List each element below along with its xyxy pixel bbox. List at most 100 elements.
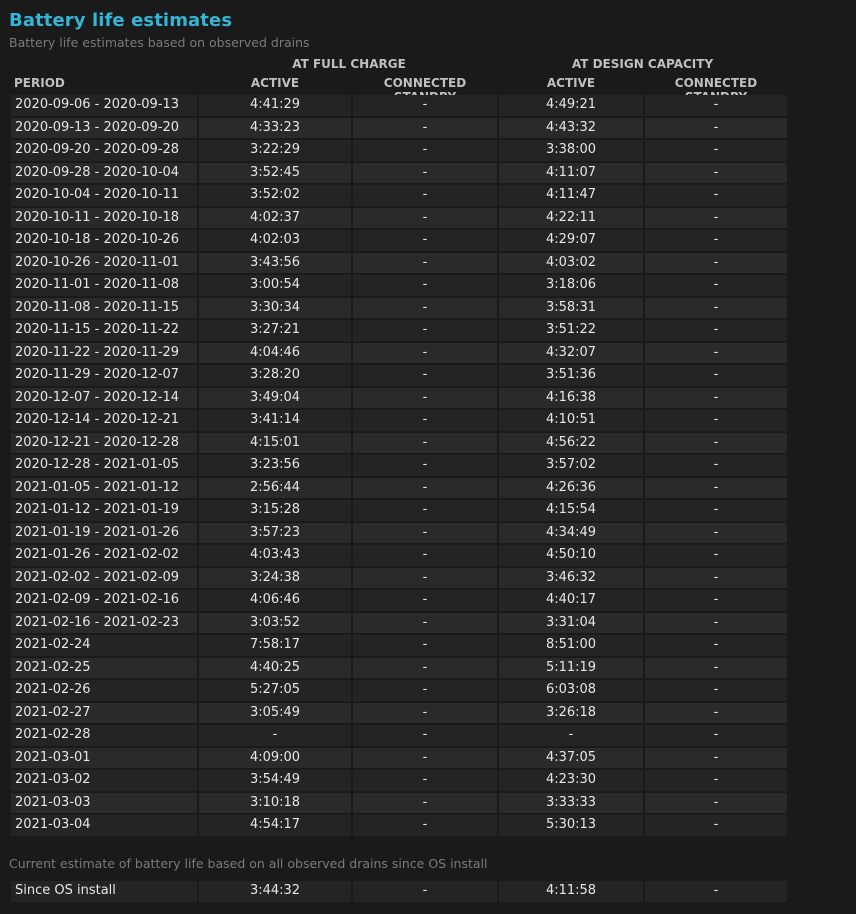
standby-full-cell: - — [353, 297, 497, 318]
period-cell: 2020-09-20 - 2020-09-28 — [11, 140, 197, 161]
period-cell: 2020-10-18 - 2020-10-26 — [11, 230, 197, 251]
active-full-cell: 7:58:17 — [199, 635, 351, 656]
period-cell: 2020-09-13 - 2020-09-20 — [11, 117, 197, 138]
period-cell: 2020-12-14 - 2020-12-21 — [11, 410, 197, 431]
active-design-cell: 5:11:19 — [499, 657, 643, 678]
active-full-cell: 3:10:18 — [199, 792, 351, 813]
period-cell: 2021-02-02 - 2021-02-09 — [11, 567, 197, 588]
standby-design-cell: - — [645, 815, 787, 836]
active-design-cell: 4:11:47 — [499, 185, 643, 206]
standby-full-cell: - — [353, 342, 497, 363]
active-full-cell: 5:27:05 — [199, 680, 351, 701]
active-full-cell: 3:52:02 — [199, 185, 351, 206]
standby-full-cell: - — [353, 680, 497, 701]
table-row: 2020-11-29 - 2020-12-07 3:28:20-3:51:36- — [11, 365, 787, 386]
standby-full-cell: - — [353, 657, 497, 678]
active-design-cell: 4:15:54 — [499, 500, 643, 521]
active-full-cell: 3:24:38 — [199, 567, 351, 588]
active-full-cell: 3:52:45 — [199, 162, 351, 183]
active-design-cell: 4:29:07 — [499, 230, 643, 251]
period-cell: 2021-01-12 - 2021-01-19 — [11, 500, 197, 521]
standby-design-cell: - — [645, 792, 787, 813]
period-cell: 2021-03-01 — [11, 747, 197, 768]
standby-design-cell: - — [645, 230, 787, 251]
period-cell: 2021-02-24 — [11, 635, 197, 656]
period-cell: 2020-09-28 - 2020-10-04 — [11, 162, 197, 183]
active-full-cell: 3:27:21 — [199, 320, 351, 341]
table-row: 2021-03-02 3:54:49-4:23:30- — [11, 770, 787, 791]
standby-design-cell: - — [645, 612, 787, 633]
standby-full-cell: - — [353, 117, 497, 138]
period-cell: 2020-11-15 - 2020-11-22 — [11, 320, 197, 341]
table-row: 2020-09-28 - 2020-10-04 3:52:45-4:11:07- — [11, 162, 787, 183]
period-cell: 2020-10-11 - 2020-10-18 — [11, 207, 197, 228]
standby-full-cell: - — [353, 612, 497, 633]
standby-full-cell: - — [353, 185, 497, 206]
period-cell: 2021-02-16 - 2021-02-23 — [11, 612, 197, 633]
standby-design-cell: - — [645, 140, 787, 161]
active-full-cell: 3:00:54 — [199, 275, 351, 296]
period-cell: 2021-02-25 — [11, 657, 197, 678]
active-design-cell: 3:33:33 — [499, 792, 643, 813]
period-cell: 2020-12-28 - 2021-01-05 — [11, 455, 197, 476]
active-full-cell: 4:06:46 — [199, 590, 351, 611]
period-cell: 2021-02-27 — [11, 702, 197, 723]
column-header-active-design: ACTIVE — [546, 76, 596, 90]
active-design-cell: 8:51:00 — [499, 635, 643, 656]
active-design-cell: 3:31:04 — [499, 612, 643, 633]
standby-design-cell: - — [645, 185, 787, 206]
active-design-cell: 4:50:10 — [499, 545, 643, 566]
standby-design-cell: - — [645, 747, 787, 768]
active-design-cell: 4:03:02 — [499, 252, 643, 273]
active-design-cell: 3:18:06 — [499, 275, 643, 296]
active-design-cell: 4:34:49 — [499, 522, 643, 543]
table-row: 2021-01-26 - 2021-02-02 4:03:43-4:50:10- — [11, 545, 787, 566]
table-row: 2020-10-11 - 2020-10-18 4:02:37-4:22:11- — [11, 207, 787, 228]
standby-design-cell: - — [645, 635, 787, 656]
active-design-cell: 4:56:22 — [499, 432, 643, 453]
active-design-cell: 6:03:08 — [499, 680, 643, 701]
standby-design-cell: - — [645, 702, 787, 723]
section-title: Battery life estimates — [9, 10, 233, 31]
active-design-cell: - — [499, 725, 643, 746]
standby-design-cell: - — [645, 545, 787, 566]
standby-design-cell: - — [645, 477, 787, 498]
table-row: 2020-12-21 - 2020-12-28 4:15:01-4:56:22- — [11, 432, 787, 453]
period-cell: 2021-03-04 — [11, 815, 197, 836]
active-design-cell: 4:10:51 — [499, 410, 643, 431]
period-cell: 2020-10-04 - 2020-10-11 — [11, 185, 197, 206]
period-cell: 2021-02-26 — [11, 680, 197, 701]
summary-active-full-cell: 3:44:32 — [199, 881, 351, 902]
standby-full-cell: - — [353, 500, 497, 521]
active-full-cell: 3:03:52 — [199, 612, 351, 633]
standby-full-cell: - — [353, 545, 497, 566]
active-full-cell: 3:54:49 — [199, 770, 351, 791]
standby-full-cell: - — [353, 162, 497, 183]
column-header-standby-design: CONNECTED STANDBY — [674, 76, 758, 104]
standby-full-cell: - — [353, 747, 497, 768]
standby-design-cell: - — [645, 207, 787, 228]
active-design-cell: 3:51:36 — [499, 365, 643, 386]
table-row: 2021-01-19 - 2021-01-26 3:57:23-4:34:49- — [11, 522, 787, 543]
table-row: 2021-02-26 5:27:05-6:03:08- — [11, 680, 787, 701]
standby-design-cell: - — [645, 657, 787, 678]
summary-caption: Current estimate of battery life based o… — [9, 856, 488, 871]
standby-full-cell: - — [353, 455, 497, 476]
standby-full-cell: - — [353, 770, 497, 791]
standby-design-cell: - — [645, 680, 787, 701]
standby-design-cell: - — [645, 522, 787, 543]
table-row: 2021-02-25 4:40:25-5:11:19- — [11, 657, 787, 678]
active-design-cell: 4:37:05 — [499, 747, 643, 768]
table-row: 2020-10-04 - 2020-10-11 3:52:02-4:11:47- — [11, 185, 787, 206]
standby-full-cell: - — [353, 365, 497, 386]
group-header-full-charge: AT FULL CHARGE — [292, 57, 406, 71]
group-header-design-capacity: AT DESIGN CAPACITY — [571, 57, 714, 71]
column-header-standby-full: CONNECTED STANDBY — [383, 76, 467, 104]
standby-design-cell: - — [645, 500, 787, 521]
active-design-cell: 4:32:07 — [499, 342, 643, 363]
summary-standby-design-cell: - — [645, 881, 787, 902]
standby-full-cell: - — [353, 432, 497, 453]
standby-design-cell: - — [645, 590, 787, 611]
active-full-cell: 3:15:28 — [199, 500, 351, 521]
active-full-cell: 3:28:20 — [199, 365, 351, 386]
